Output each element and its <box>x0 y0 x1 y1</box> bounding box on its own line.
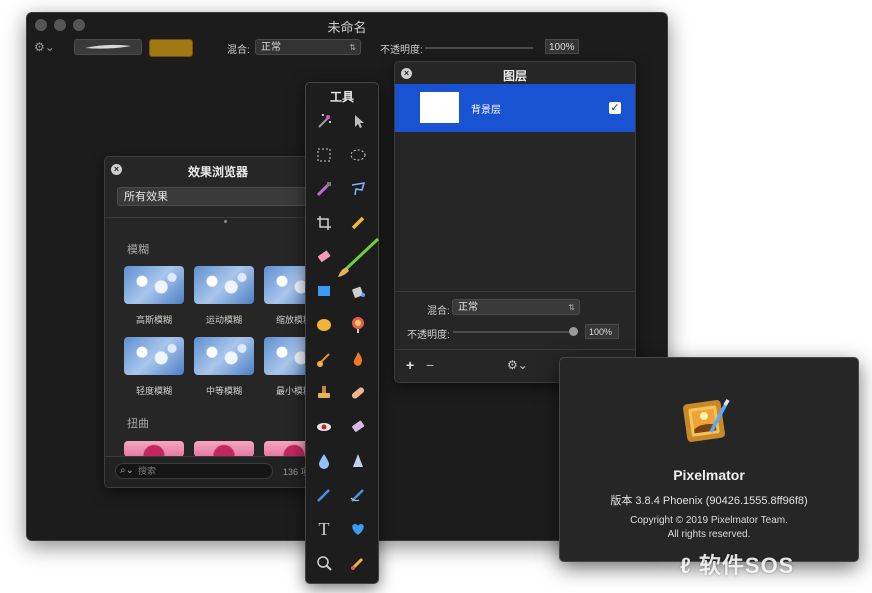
opacity-label: 不透明度: <box>380 45 423 56</box>
red-eye-icon[interactable] <box>313 416 335 438</box>
layer-row[interactable]: 背景层 ✓ <box>395 84 635 132</box>
layer-visibility-checkbox[interactable]: ✓ <box>609 102 621 114</box>
tool-options-bar: ⚙︎⌄ 混合: 正常 ⇅ 不透明度: 100% <box>27 37 667 59</box>
app-version: 版本 3.8.4 Phoenix (90426.1555.8ff96f8) <box>610 495 808 507</box>
effect-thumbnail[interactable] <box>194 337 254 375</box>
color-picker-icon[interactable] <box>313 178 335 200</box>
effects-footer: ⌕⌄ 136 项 <box>105 456 331 487</box>
divider <box>105 217 331 218</box>
effect-label: 中等模糊 <box>205 386 242 396</box>
divider <box>395 349 635 350</box>
heart-shape-icon[interactable] <box>347 518 369 540</box>
effect-thumbnail[interactable] <box>124 441 184 457</box>
pixelmator-app-icon <box>683 399 730 442</box>
fill-bucket-icon[interactable] <box>347 280 369 302</box>
effects-category-select[interactable]: 所有效果 <box>117 187 331 206</box>
layers-title: 图层 <box>502 69 527 83</box>
add-layer-button[interactable]: + <box>406 357 414 373</box>
search-icon[interactable]: ⌕⌄ <box>120 464 134 478</box>
select-arrows-icon: ⇅ <box>568 303 575 312</box>
lasso-icon[interactable] <box>347 178 369 200</box>
brush-color-swatch[interactable] <box>149 39 193 57</box>
paint-brush-icon[interactable] <box>334 233 380 279</box>
effects-search-input[interactable] <box>138 465 266 477</box>
resize-handle[interactable] <box>224 220 227 223</box>
brush-stroke-icon <box>85 44 131 49</box>
effects-group-label: 扭曲 <box>127 418 149 430</box>
color-sample-icon[interactable] <box>347 552 369 574</box>
effect-thumbnail[interactable] <box>194 266 254 304</box>
watermark: ℓ 软件SOS <box>680 548 794 580</box>
copyright-line: All rights reserved. <box>667 529 751 540</box>
light-eraser-icon[interactable] <box>347 416 369 438</box>
zoom-icon[interactable] <box>313 552 335 574</box>
app-name: Pixelmator <box>673 467 745 483</box>
opacity-field[interactable]: 100% <box>545 39 579 54</box>
gradient-icon[interactable] <box>347 314 369 336</box>
layer-opacity-slider-thumb[interactable] <box>569 327 578 336</box>
layer-thumbnail <box>420 92 459 123</box>
burn-icon[interactable] <box>347 348 369 370</box>
effect-label: 高斯模糊 <box>135 315 172 325</box>
remove-layer-button[interactable]: − <box>426 357 434 373</box>
arrange-pointer-icon[interactable] <box>347 110 369 132</box>
divider <box>395 291 635 292</box>
pencil-icon[interactable] <box>347 212 369 234</box>
tools-palette: 工具 T <box>305 82 380 584</box>
type-icon[interactable]: T <box>313 518 335 540</box>
brush-preview[interactable] <box>74 39 142 55</box>
effects-group-label: 模糊 <box>127 244 149 256</box>
layers-panel: × 图层 背景层 ✓ 混合: 正常 ⇅ 不透明度: 100% + − ⚙︎⌄ <box>394 61 636 383</box>
pen-icon[interactable] <box>313 484 335 506</box>
effect-thumbnail[interactable] <box>124 337 184 375</box>
rect-select-icon[interactable] <box>313 144 335 166</box>
sharpen-icon[interactable] <box>347 450 369 472</box>
layer-blend-label: 混合: <box>427 306 450 317</box>
watermark-logo-icon: ℓ <box>680 553 692 578</box>
layer-options-gear-icon[interactable]: ⚙︎⌄ <box>507 358 528 372</box>
clone-stamp-icon[interactable] <box>313 382 335 404</box>
blend-label: 混合: <box>227 45 250 56</box>
layer-blend-value: 正常 <box>458 302 478 313</box>
freeform-pen-icon[interactable] <box>347 484 369 506</box>
app-copyright: Copyright © 2019 Pixelmator Team. All ri… <box>560 514 858 542</box>
shape-icon[interactable] <box>313 280 335 302</box>
smudge-icon[interactable] <box>313 348 335 370</box>
crop-icon[interactable] <box>313 212 335 234</box>
window-title: 未命名 <box>327 20 367 35</box>
effect-thumbnail[interactable] <box>194 441 254 457</box>
effects-search-box[interactable]: ⌕⌄ <box>115 463 273 479</box>
magic-wand-icon[interactable] <box>313 110 335 132</box>
about-window: Pixelmator 版本 3.8.4 Phoenix (90426.1555.… <box>559 357 859 562</box>
tool-settings-gear-icon[interactable]: ⚙︎⌄ <box>34 40 55 54</box>
title-bar[interactable]: 未命名 <box>27 13 667 37</box>
tools-title: 工具 <box>329 90 354 104</box>
watermark-text: 软件SOS <box>698 553 795 578</box>
layer-blend-select[interactable]: 正常 ⇅ <box>452 299 580 315</box>
layer-opacity-field[interactable]: 100% <box>585 324 619 339</box>
effect-label: 轻度模糊 <box>135 386 172 396</box>
layer-name: 背景层 <box>471 105 501 116</box>
ellipse-select-icon[interactable] <box>347 144 369 166</box>
blur-drop-icon[interactable] <box>313 450 335 472</box>
copyright-line: Copyright © 2019 Pixelmator Team. <box>630 515 788 526</box>
effect-thumbnail[interactable] <box>124 266 184 304</box>
bandage-icon[interactable] <box>347 382 369 404</box>
blend-mode-select[interactable]: 正常 ⇅ <box>255 39 361 55</box>
eraser-icon[interactable] <box>313 246 335 268</box>
blend-mode-value: 正常 <box>261 42 281 53</box>
layer-opacity-label: 不透明度: <box>407 330 450 341</box>
effect-label: 运动模糊 <box>205 315 242 325</box>
select-arrows-icon: ⇅ <box>349 43 356 52</box>
effects-browser-title: 效果浏览器 <box>187 165 248 179</box>
opacity-slider[interactable] <box>425 43 566 52</box>
layer-opacity-slider[interactable] <box>453 327 578 336</box>
sponge-icon[interactable] <box>313 314 335 336</box>
effects-browser-panel: × 效果浏览器 所有效果 模糊 高斯模糊 运动模糊 缩放模糊 轻度模糊 中等模糊… <box>104 156 332 488</box>
